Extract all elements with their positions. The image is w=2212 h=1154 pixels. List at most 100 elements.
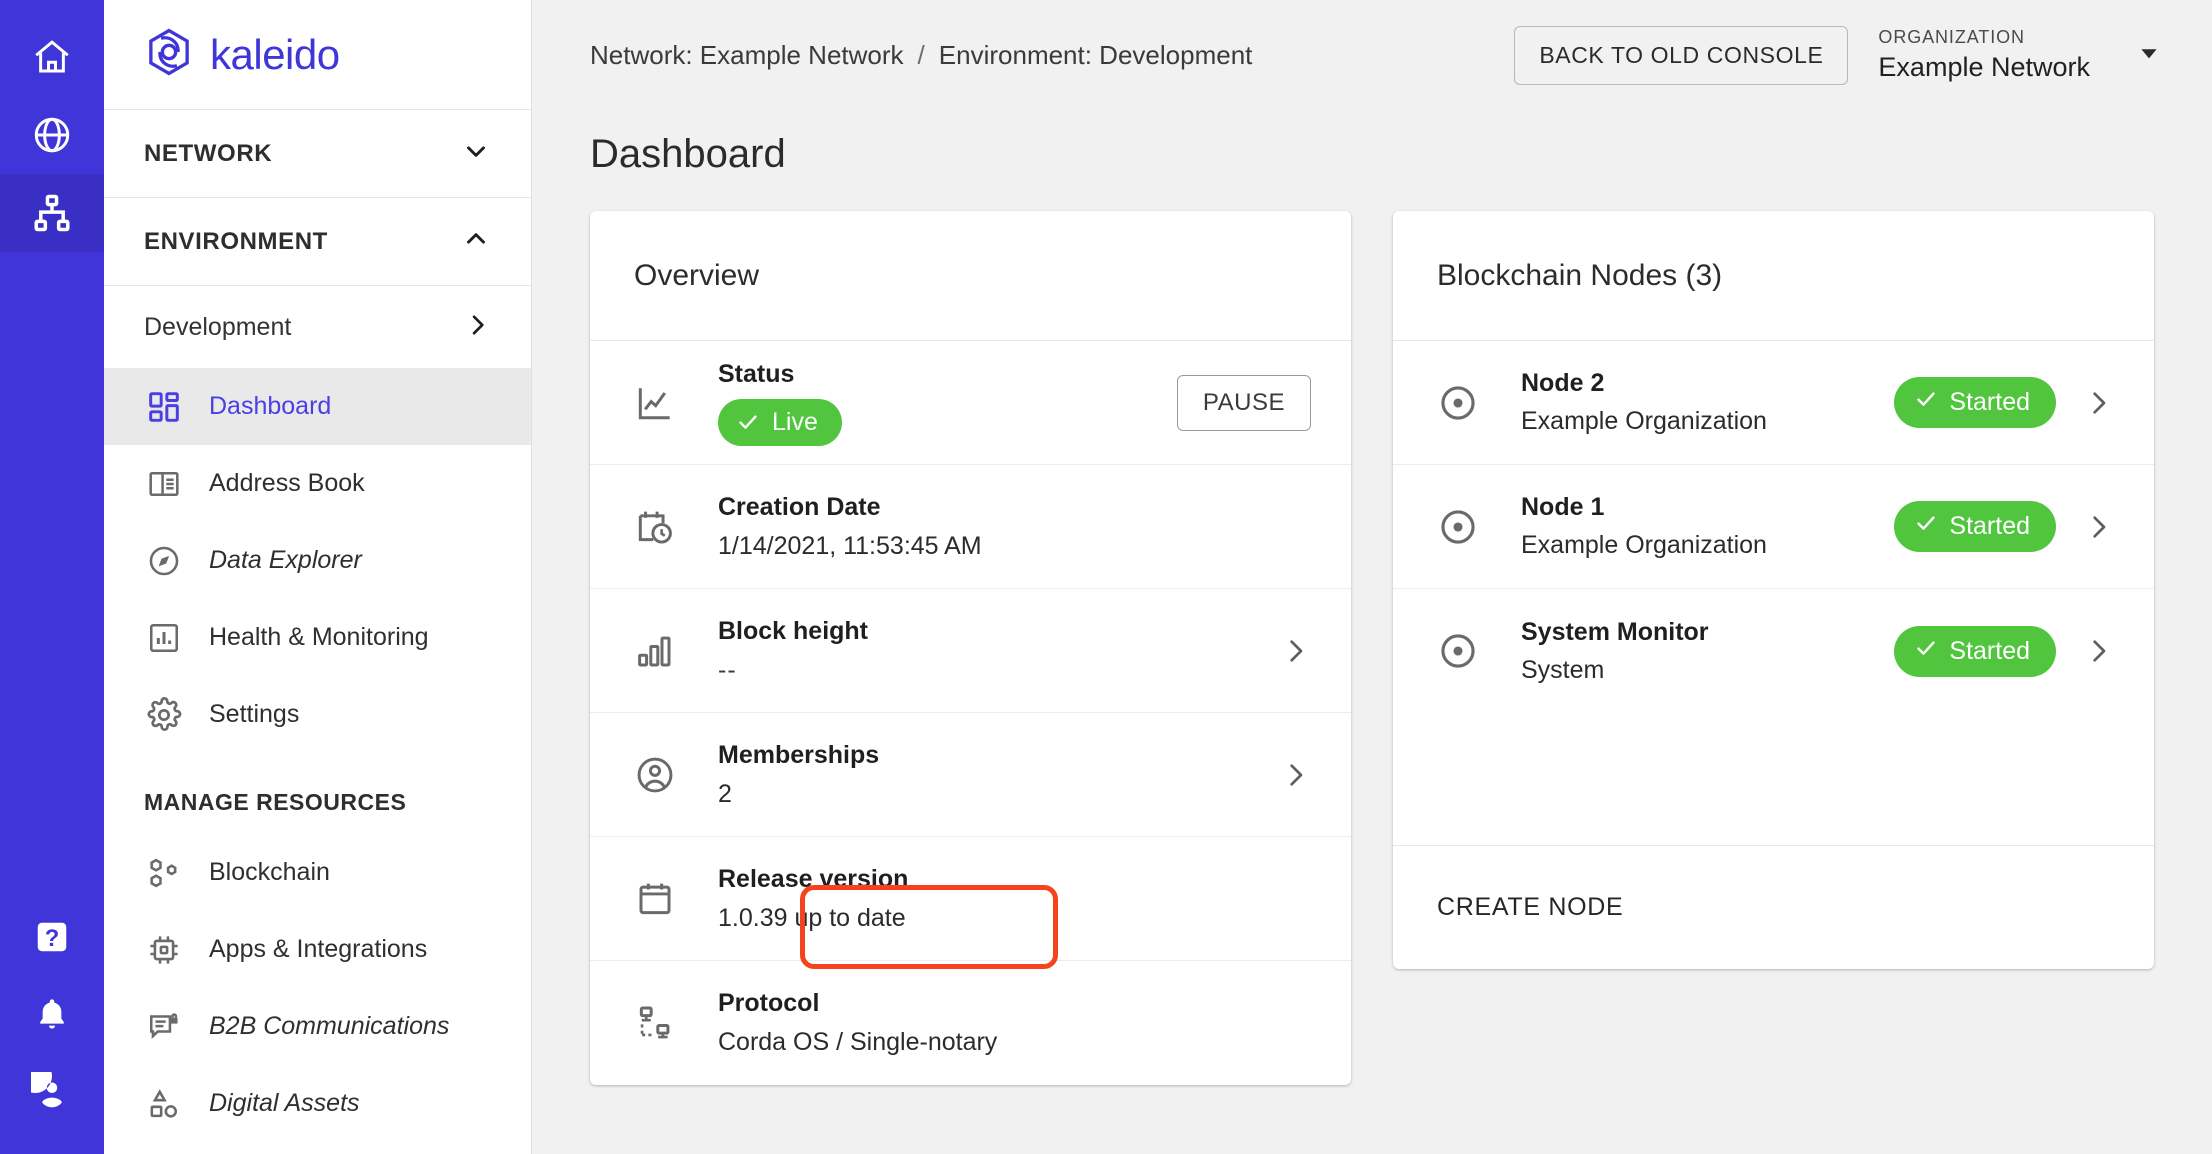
create-node-button[interactable]: CREATE NODE	[1437, 893, 1623, 922]
node-status-label: Started	[1949, 636, 2031, 665]
page-title: Dashboard	[590, 132, 786, 176]
overview-row-release-version-value: 1.0.39 up to date	[718, 903, 906, 932]
sidebar-item-digital-assets[interactable]: Digital Assets	[104, 1065, 531, 1142]
kaleido-logo-icon	[144, 27, 194, 82]
node-row[interactable]: Node 2 Example Organization Started	[1393, 341, 2154, 465]
brand-logo[interactable]: kaleido	[104, 0, 531, 110]
sidebar: kaleido NETWORK ENVIRONMENT Development	[104, 0, 532, 1154]
overview-row-protocol-label: Protocol	[718, 989, 820, 1017]
chevron-right-icon	[463, 311, 491, 344]
check-icon	[1914, 511, 1938, 542]
sidebar-item-development[interactable]: Development	[104, 286, 531, 368]
rail-help-button[interactable]: ?	[0, 898, 104, 976]
node-name: System Monitor	[1521, 617, 1709, 646]
bell-icon	[32, 995, 72, 1035]
sidebar-section-environment[interactable]: ENVIRONMENT	[104, 198, 531, 286]
status-badge-label: Live	[772, 407, 818, 436]
sidebar-item-blockchain-label: Blockchain	[209, 858, 330, 886]
overview-row-block-height[interactable]: Block height --	[590, 589, 1351, 713]
node-name: Node 1	[1521, 493, 1605, 521]
overview-row-memberships-label: Memberships	[718, 740, 880, 769]
breadcrumb-network[interactable]: Network: Example Network	[590, 40, 904, 71]
node-dot-icon	[1437, 382, 1493, 424]
blockchain-nodes-card: Blockchain Nodes (3) Node 2 Example Orga…	[1393, 211, 2154, 969]
sidebar-section-network[interactable]: NETWORK	[104, 110, 531, 198]
overview-row-protocol: Protocol Corda OS / Single-notary	[590, 961, 1351, 1085]
node-info: Node 1 Example Organization	[1493, 493, 1831, 560]
overview-row-release-version-text: Release version 1.0.39 up to date	[690, 864, 1311, 969]
protocol-nodes-icon	[634, 1002, 690, 1044]
check-icon	[1914, 636, 1938, 667]
chip-icon	[144, 930, 184, 970]
pause-button[interactable]: PAUSE	[1176, 374, 1311, 431]
icon-rail: ?	[0, 0, 104, 1154]
overview-row-creation-date: Creation Date 1/14/2021, 11:53:45 AM	[590, 465, 1351, 589]
secure-message-icon	[144, 1007, 184, 1047]
node-status-badge: Started	[1894, 501, 2057, 552]
rail-environment-button[interactable]	[0, 174, 104, 252]
shapes-icon	[144, 1084, 184, 1124]
sidebar-item-settings[interactable]: Settings	[104, 676, 531, 753]
organization-label: ORGANIZATION	[1878, 27, 2025, 47]
sidebar-item-health-monitoring-label: Health & Monitoring	[209, 623, 429, 651]
node-info: Node 2 Example Organization	[1493, 369, 1831, 436]
rail-home-button[interactable]	[0, 18, 104, 96]
sidebar-item-health-monitoring[interactable]: Health & Monitoring	[104, 599, 531, 676]
overview-row-creation-date-value: 1/14/2021, 11:53:45 AM	[718, 531, 982, 560]
breadcrumb-separator: /	[917, 39, 925, 70]
sidebar-item-b2b-communications-label: B2B Communications	[209, 1012, 450, 1040]
sidebar-item-b2b-communications[interactable]: B2B Communications	[104, 988, 531, 1065]
network-topology-icon	[31, 192, 73, 234]
sidebar-item-dashboard-label: Dashboard	[209, 392, 332, 420]
chevron-right-icon	[2082, 635, 2114, 667]
sidebar-item-address-book[interactable]: Address Book	[104, 445, 531, 522]
node-organization: System	[1521, 655, 1605, 684]
sidebar-item-dashboard[interactable]: Dashboard	[104, 368, 531, 445]
calendar-icon	[634, 878, 690, 920]
overview-row-memberships-text: Memberships 2	[690, 741, 1279, 809]
back-to-old-console-button[interactable]: BACK TO OLD CONSOLE	[1514, 25, 1849, 85]
chevron-down-icon	[2136, 40, 2162, 71]
app-root: ? kaleido NETWORK ENVIRONMENT Developmen…	[0, 0, 2212, 1154]
topbar-right: BACK TO OLD CONSOLE ORGANIZATION Example…	[1514, 25, 2172, 85]
overview-row-protocol-text: Protocol Corda OS / Single-notary	[690, 989, 1311, 1057]
chevron-right-icon	[1279, 759, 1311, 791]
overview-row-memberships-value: 2	[718, 779, 732, 808]
overview-row-release-version: Release version 1.0.39 up to date	[590, 837, 1351, 969]
overview-row-release-version-label: Release version	[718, 864, 909, 893]
rail-network-button[interactable]	[0, 96, 104, 174]
overview-row-block-height-text: Block height --	[690, 617, 1279, 685]
help-icon: ?	[33, 918, 71, 956]
gear-icon	[144, 695, 184, 735]
topbar: Network: Example Network / Environment: …	[532, 0, 2212, 110]
sidebar-item-digital-assets-label: Digital Assets	[209, 1089, 360, 1117]
status-badge: Live	[718, 398, 842, 446]
overview-card: Overview Status Live PAUSE Creation Date…	[590, 211, 1351, 1085]
chevron-right-icon	[1279, 635, 1311, 667]
blockchain-nodes-icon	[144, 853, 184, 893]
account-circle-outline-icon	[634, 754, 690, 796]
breadcrumb-environment[interactable]: Environment: Development	[939, 40, 1253, 71]
compass-icon	[144, 541, 184, 581]
bar-chart-small-icon	[634, 630, 690, 672]
rail-notifications-button[interactable]	[0, 976, 104, 1054]
sidebar-item-address-book-label: Address Book	[209, 469, 365, 497]
sidebar-item-apps-integrations[interactable]: Apps & Integrations	[104, 911, 531, 988]
overview-row-memberships[interactable]: Memberships 2	[590, 713, 1351, 837]
rail-account-button[interactable]	[0, 1054, 104, 1132]
sidebar-item-blockchain[interactable]: Blockchain	[104, 834, 531, 911]
organization-selector[interactable]: ORGANIZATION Example Network	[1878, 27, 2172, 83]
sidebar-section-environment-label: ENVIRONMENT	[144, 227, 328, 255]
chevron-right-icon	[2082, 511, 2114, 543]
node-status-label: Started	[1949, 388, 2031, 416]
blockchain-nodes-card-footer: CREATE NODE	[1393, 845, 2154, 969]
node-row[interactable]: System Monitor System Started	[1393, 589, 2154, 713]
node-row[interactable]: Node 1 Example Organization Started	[1393, 465, 2154, 589]
sidebar-item-data-explorer[interactable]: Data Explorer	[104, 522, 531, 599]
address-book-icon	[144, 464, 184, 504]
sidebar-item-development-label: Development	[144, 312, 292, 341]
main-content: Network: Example Network / Environment: …	[532, 0, 2212, 1154]
calendar-clock-icon	[634, 506, 690, 548]
sidebar-item-settings-label: Settings	[209, 700, 300, 728]
node-organization: Example Organization	[1521, 531, 1767, 559]
